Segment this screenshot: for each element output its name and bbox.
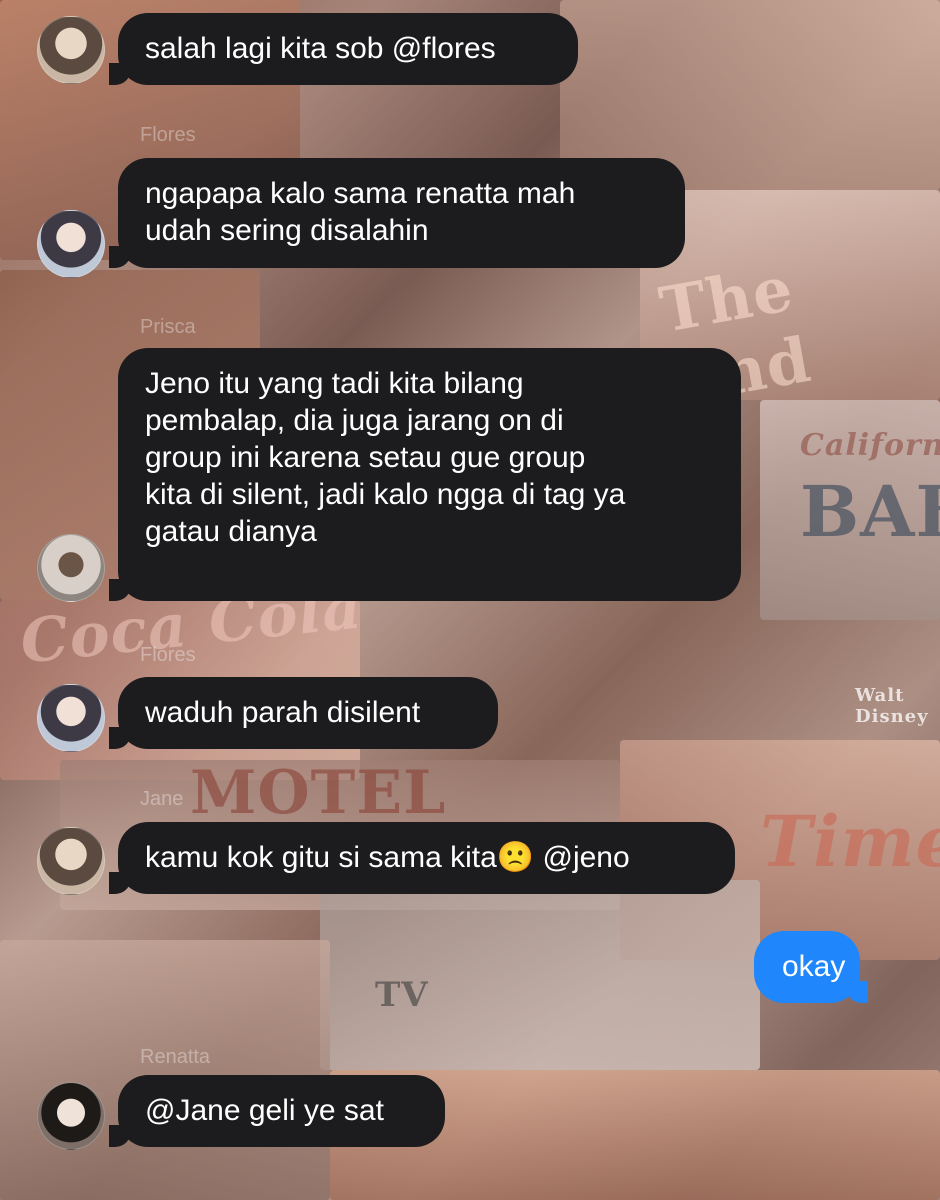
sender-name-flores: Flores: [140, 124, 196, 146]
message-bubble[interactable]: Jeno itu yang tadi kita bilang pembalap,…: [109, 348, 741, 601]
sender-name-renatta: Renatta: [140, 1046, 211, 1068]
sender-name-flores: Flores: [140, 644, 196, 666]
avatar-prisca[interactable]: [37, 534, 105, 602]
message-bubble[interactable]: ngapapa kalo sama renatta mah udah serin…: [109, 158, 685, 268]
deco-motel: MOTEL: [190, 758, 447, 828]
avatar-jane[interactable]: [37, 16, 105, 84]
deco-bab: BAB: [800, 470, 940, 553]
sender-name-prisca: Prisca: [140, 316, 196, 338]
message-bubble-outgoing[interactable]: okay: [754, 931, 868, 1003]
message-bubble[interactable]: waduh parah disilent: [109, 677, 498, 749]
collage-patch: [0, 940, 330, 1200]
sender-name-jane: Jane: [140, 788, 184, 810]
avatar-jane[interactable]: [37, 827, 105, 895]
message-bubble[interactable]: @Jane geli ye sat: [109, 1075, 445, 1147]
deco-time: Time: [760, 800, 940, 883]
deco-california: California: [800, 428, 940, 463]
avatar-flores[interactable]: [37, 210, 105, 278]
deco-walt-disney: Walt Disney: [855, 685, 929, 727]
avatar-renatta[interactable]: [37, 1082, 105, 1150]
message-bubble[interactable]: kamu kok gitu si sama kita🙁 @jeno: [109, 822, 735, 894]
deco-tv: TV: [375, 975, 429, 1015]
avatar-flores[interactable]: [37, 684, 105, 752]
message-bubble[interactable]: salah lagi kita sob @flores: [109, 13, 578, 85]
